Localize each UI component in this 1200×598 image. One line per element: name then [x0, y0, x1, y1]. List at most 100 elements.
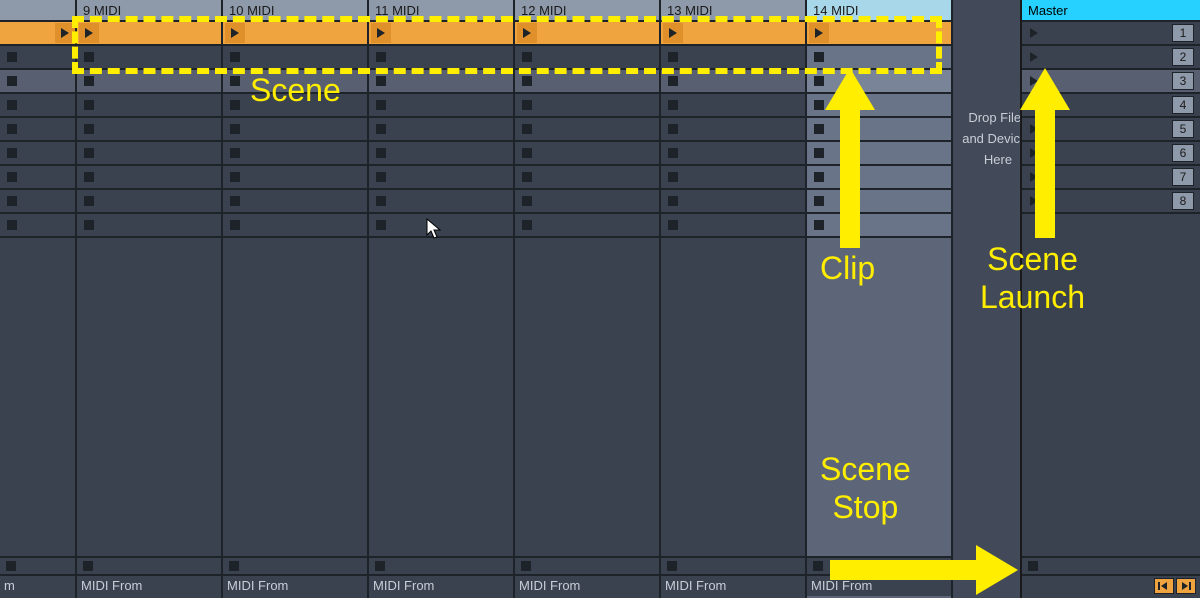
clip-slot-empty[interactable]: [661, 166, 805, 190]
clip-slot-empty[interactable]: [661, 70, 805, 94]
clip-slot-empty[interactable]: [223, 94, 367, 118]
scene-number[interactable]: 2: [1172, 48, 1194, 66]
track-header[interactable]: [0, 0, 75, 22]
master-header[interactable]: Master: [1022, 0, 1200, 22]
clip-slot-empty[interactable]: [77, 190, 221, 214]
clip-slot-empty[interactable]: [661, 190, 805, 214]
scene-number[interactable]: 7: [1172, 168, 1194, 186]
clip-slot-empty[interactable]: [807, 214, 951, 238]
scene-play-icon[interactable]: [1024, 47, 1044, 67]
track-stop-button[interactable]: [807, 556, 951, 576]
scene-launch-row[interactable]: 7: [1022, 166, 1200, 190]
scene-number[interactable]: 1: [1172, 24, 1194, 42]
clip-slot-empty[interactable]: [0, 142, 75, 166]
clip-slot-empty[interactable]: [0, 214, 75, 238]
scene-play-icon[interactable]: [1024, 23, 1044, 43]
clip-play-icon[interactable]: [79, 23, 99, 43]
clip-slot-empty[interactable]: [661, 142, 805, 166]
clip-slot-empty[interactable]: [515, 142, 659, 166]
clip-slot-empty[interactable]: [77, 70, 221, 94]
clip-play-icon[interactable]: [517, 23, 537, 43]
scene-play-icon[interactable]: [1024, 191, 1044, 211]
clip-slot[interactable]: [369, 22, 513, 46]
clip-slot-empty[interactable]: [515, 94, 659, 118]
clip-slot-empty[interactable]: [661, 46, 805, 70]
scene-play-icon[interactable]: [1024, 167, 1044, 187]
scene-launch-row[interactable]: 2: [1022, 46, 1200, 70]
clip-slot-empty[interactable]: [0, 70, 75, 94]
io-label[interactable]: m: [0, 576, 75, 596]
clip-slot-empty[interactable]: [77, 166, 221, 190]
clip-slot[interactable]: [77, 22, 221, 46]
clip-slot-empty[interactable]: [223, 118, 367, 142]
clip-slot-empty[interactable]: [515, 46, 659, 70]
io-label[interactable]: MIDI From: [369, 576, 513, 596]
clip-slot-empty[interactable]: [369, 94, 513, 118]
clip-slot-empty[interactable]: [369, 142, 513, 166]
clip-slot[interactable]: [515, 22, 659, 46]
clip-slot-empty[interactable]: [223, 46, 367, 70]
track-header[interactable]: 9 MIDI: [77, 0, 221, 22]
clip-play-icon[interactable]: [663, 23, 683, 43]
clip-slot-empty[interactable]: [807, 46, 951, 70]
track-header[interactable]: 10 MIDI: [223, 0, 367, 22]
scene-launch-row[interactable]: 3: [1022, 70, 1200, 94]
clip-slot-empty[interactable]: [223, 166, 367, 190]
clip-slot-empty[interactable]: [77, 46, 221, 70]
clip-slot-empty[interactable]: [0, 94, 75, 118]
clip-slot-empty[interactable]: [77, 94, 221, 118]
follow-button[interactable]: [1176, 578, 1196, 594]
clip-slot-empty[interactable]: [661, 214, 805, 238]
clip-slot-empty[interactable]: [77, 142, 221, 166]
clip-slot-empty[interactable]: [223, 214, 367, 238]
scene-number[interactable]: 5: [1172, 120, 1194, 138]
clip-slot-empty[interactable]: [0, 190, 75, 214]
clip-slot-empty[interactable]: [223, 70, 367, 94]
track-stop-button[interactable]: [0, 556, 75, 576]
scene-launch-row[interactable]: 5: [1022, 118, 1200, 142]
track-header[interactable]: 11 MIDI: [369, 0, 513, 22]
clip-slot-empty[interactable]: [807, 94, 951, 118]
track-header[interactable]: 13 MIDI: [661, 0, 805, 22]
scene-play-icon[interactable]: [1024, 71, 1044, 91]
clip-slot-empty[interactable]: [661, 94, 805, 118]
stop-all-clips-button[interactable]: [1022, 556, 1200, 576]
clip-slot-empty[interactable]: [807, 166, 951, 190]
scene-number[interactable]: 8: [1172, 192, 1194, 210]
clip-slot-empty[interactable]: [807, 190, 951, 214]
clip-slot-empty[interactable]: [515, 190, 659, 214]
scene-play-icon[interactable]: [1024, 95, 1044, 115]
clip-slot-empty[interactable]: [807, 142, 951, 166]
clip-play-icon[interactable]: [55, 23, 75, 43]
clip-slot-empty[interactable]: [807, 118, 951, 142]
clip-play-icon[interactable]: [371, 23, 391, 43]
clip-slot-empty[interactable]: [369, 118, 513, 142]
clip-slot-empty[interactable]: [369, 70, 513, 94]
track-stop-button[interactable]: [515, 556, 659, 576]
track-header[interactable]: 12 MIDI: [515, 0, 659, 22]
clip-slot-empty[interactable]: [223, 142, 367, 166]
clip-slot-empty[interactable]: [369, 190, 513, 214]
clip-slot-empty[interactable]: [0, 46, 75, 70]
track-stop-button[interactable]: [223, 556, 367, 576]
clip-slot-empty[interactable]: [515, 118, 659, 142]
clip-slot-empty[interactable]: [369, 166, 513, 190]
clip-slot-empty[interactable]: [515, 70, 659, 94]
io-label[interactable]: MIDI From: [661, 576, 805, 596]
scene-play-icon[interactable]: [1024, 119, 1044, 139]
track-stop-button[interactable]: [661, 556, 805, 576]
clip-slot-empty[interactable]: [0, 118, 75, 142]
clip-slot-empty[interactable]: [77, 118, 221, 142]
io-label[interactable]: MIDI From: [77, 576, 221, 596]
track-stop-button[interactable]: [77, 556, 221, 576]
clip-slot-empty[interactable]: [515, 214, 659, 238]
scene-launch-row[interactable]: 8: [1022, 190, 1200, 214]
clip-slot-empty[interactable]: [515, 166, 659, 190]
scene-number[interactable]: 4: [1172, 96, 1194, 114]
back-to-arrangement-button[interactable]: [1154, 578, 1174, 594]
clip-slot[interactable]: [223, 22, 367, 46]
track-stop-button[interactable]: [369, 556, 513, 576]
io-label[interactable]: MIDI From: [223, 576, 367, 596]
clip-slot-empty[interactable]: [807, 70, 951, 94]
scene-launch-row[interactable]: 4: [1022, 94, 1200, 118]
